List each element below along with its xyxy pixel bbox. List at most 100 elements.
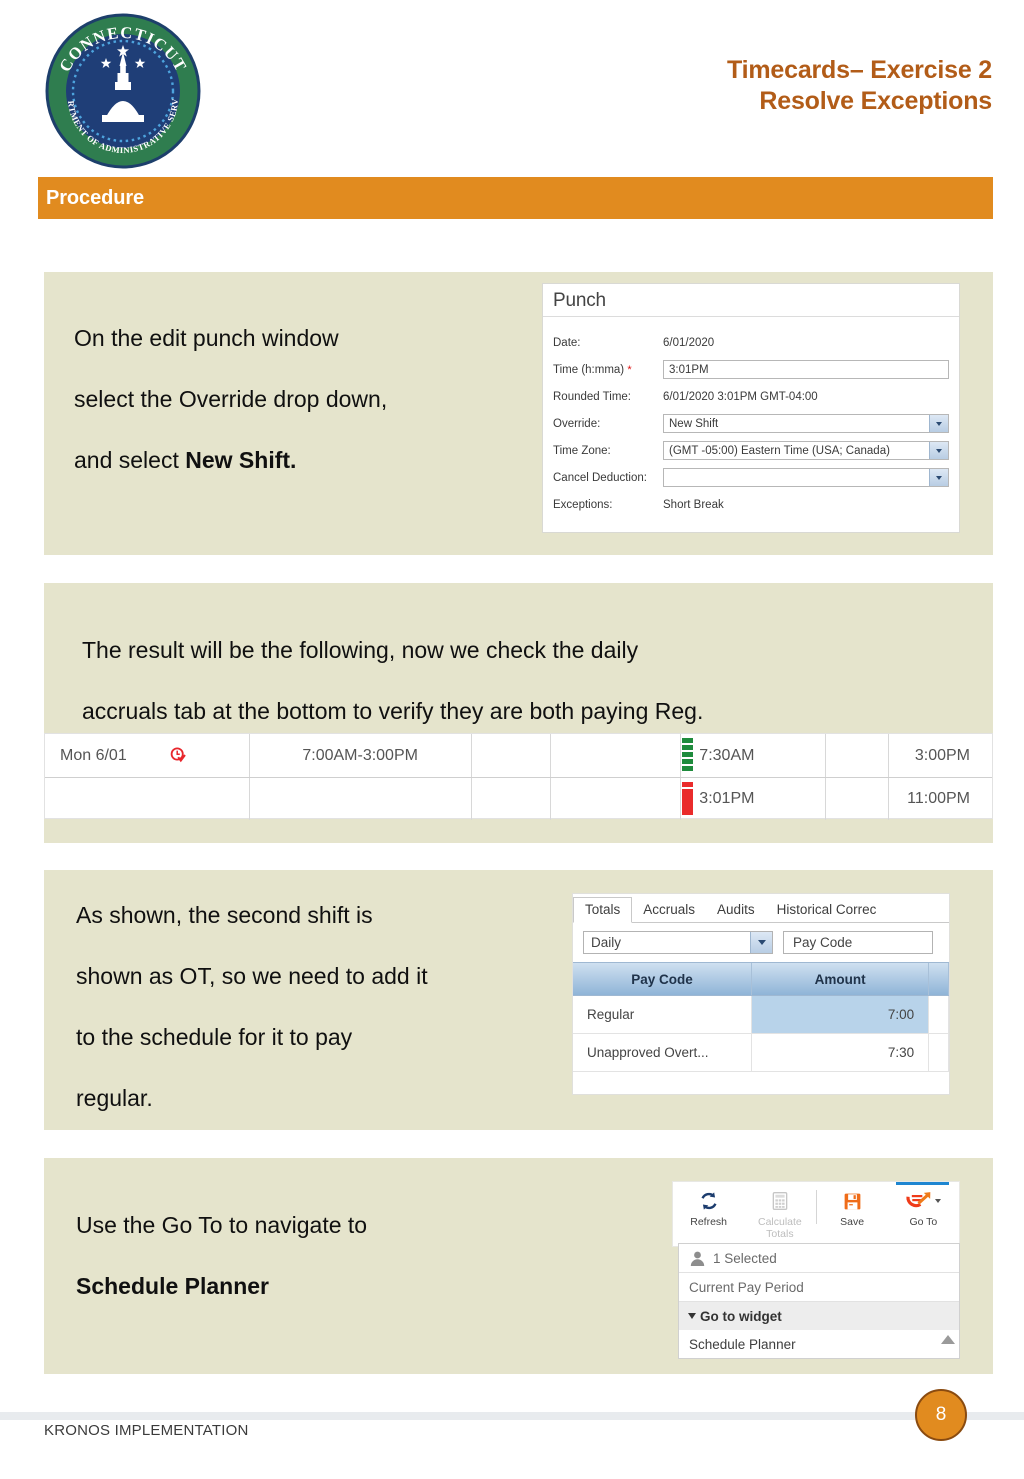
tab-totals[interactable]: Totals: [573, 897, 633, 923]
step-1-line-3: and select New Shift.: [74, 430, 387, 491]
punch-exceptions-value: Short Break: [663, 498, 724, 511]
goto-widget-panel[interactable]: Refresh Calculate Totals Save Go To 1 Se…: [672, 1181, 960, 1360]
timecard-blank-cell-a[interactable]: [472, 734, 552, 777]
step-3-line-2: shown as OT, so we need to add it: [76, 963, 428, 989]
table-row[interactable]: 3:01PM 11:00PM: [45, 777, 992, 820]
timecard-date-cell[interactable]: Mon 6/01: [45, 734, 250, 777]
punch-bars-icon: [682, 782, 694, 817]
go-to-widget-label: Go to widget: [700, 1308, 782, 1324]
timecard-table[interactable]: Mon 6/01 7:00AM-3:00PM 7:30AM 3:00PM 3:0…: [44, 733, 993, 820]
totals-pay-code-value: Unapproved Overt...: [573, 1034, 753, 1071]
timecard-blank-cell-a[interactable]: [472, 778, 552, 820]
refresh-button[interactable]: Refresh: [673, 1182, 744, 1228]
section-header-bar: Procedure: [38, 177, 993, 219]
totals-pay-code-value: Regular: [573, 996, 753, 1033]
punch-cancel-deduction-label: Cancel Deduction:: [553, 471, 647, 484]
step-1-line-2: select the Override drop down,: [74, 386, 388, 412]
table-row[interactable]: Unapproved Overt... 7:30: [573, 1034, 949, 1072]
punch-timezone-value: (GMT -05:00) Eastern Time (USA; Canada): [669, 444, 890, 457]
timecard-blank-cell-c[interactable]: [826, 734, 890, 777]
chevron-down-icon[interactable]: [929, 442, 948, 459]
punch-edit-dialog[interactable]: Punch Date: 6/01/2020 Time (h:mma) * 3:0…: [542, 283, 960, 533]
totals-period-select[interactable]: Daily: [583, 931, 773, 954]
timecard-in-punch-cell[interactable]: 3:01PM: [681, 778, 827, 820]
timecard-blank-cell-c[interactable]: [826, 778, 890, 820]
timecard-schedule-cell[interactable]: [250, 778, 472, 820]
totals-filter-row: Daily Pay Code: [573, 923, 949, 962]
save-label: Save: [840, 1216, 865, 1228]
punch-rounded-row: Rounded Time: 6/01/2020 3:01PM GMT-04:00: [553, 383, 949, 410]
clock-exception-icon[interactable]: [170, 747, 187, 764]
calculate-totals-label-line2: Totals: [766, 1228, 794, 1240]
punch-cancel-deduction-select[interactable]: [663, 468, 949, 487]
pay-period-row[interactable]: Current Pay Period: [679, 1273, 959, 1302]
totals-paycode-filter[interactable]: Pay Code: [783, 931, 933, 954]
column-header-spacer: [929, 963, 949, 995]
chevron-down-icon[interactable]: [935, 1199, 942, 1203]
calculate-totals-label-line1: Calculate: [757, 1216, 802, 1228]
step-4-line-1: Use the Go To to navigate to: [76, 1212, 368, 1238]
step-3-line-1: As shown, the second shift is: [76, 902, 373, 928]
step-1-line-3-plain: and select: [74, 447, 186, 473]
punch-dialog-title: Punch: [543, 284, 959, 317]
save-button[interactable]: Save: [816, 1182, 887, 1228]
step-4-line-2: Schedule Planner: [76, 1256, 367, 1317]
punch-rounded-value: 6/01/2020 3:01PM GMT-04:00: [663, 390, 818, 403]
timecard-out-punch-cell[interactable]: 11:00PM: [889, 778, 992, 820]
footer-divider: [0, 1412, 1024, 1420]
timecard-date-cell[interactable]: [45, 778, 250, 820]
punch-override-select[interactable]: New Shift: [663, 414, 949, 433]
scroll-up-icon[interactable]: [941, 1335, 955, 1344]
timecard-out-punch-cell[interactable]: 3:00PM: [889, 734, 992, 777]
page-number-badge: 8: [915, 1389, 967, 1441]
step-1-line-1: On the edit punch window: [74, 325, 339, 351]
totals-summary-panel[interactable]: Totals Accruals Audits Historical Correc…: [572, 893, 950, 1095]
table-row[interactable]: Mon 6/01 7:00AM-3:00PM 7:30AM 3:00PM: [45, 734, 992, 777]
tab-historical-corrections[interactable]: Historical Correc: [766, 898, 888, 922]
timecard-blank-cell-b[interactable]: [551, 778, 682, 820]
timecard-in-punch-cell[interactable]: 7:30AM: [681, 734, 827, 777]
page-title-line2: Resolve Exceptions: [759, 87, 992, 115]
totals-amount-value: 7:30: [752, 1034, 930, 1071]
selected-count-label: 1 Selected: [713, 1250, 777, 1266]
tab-accruals[interactable]: Accruals: [632, 898, 706, 922]
save-icon: [816, 1188, 887, 1214]
step-3-text: As shown, the second shift is shown as O…: [76, 885, 428, 1129]
punch-timezone-row: Time Zone: (GMT -05:00) Eastern Time (US…: [553, 437, 949, 464]
step-1-text: On the edit punch window select the Over…: [74, 308, 387, 491]
chevron-down-icon[interactable]: [929, 469, 948, 486]
timecard-toolbar[interactable]: Refresh Calculate Totals Save Go To: [672, 1181, 960, 1247]
goto-dropdown-menu[interactable]: 1 Selected Current Pay Period Go to widg…: [678, 1243, 960, 1359]
chevron-down-icon[interactable]: [929, 415, 948, 432]
person-icon: [689, 1250, 706, 1267]
page-title: Timecards– Exercise 2 Resolve Exceptions: [727, 55, 992, 117]
go-to-button[interactable]: Go To: [888, 1182, 959, 1228]
timecard-schedule-cell[interactable]: 7:00AM-3:00PM: [250, 734, 472, 777]
connecticut-das-seal-logo: CONNECTICUT DEPARTMENT OF ADMINISTRATIVE…: [41, 4, 202, 170]
totals-paycode-filter-value: Pay Code: [793, 935, 853, 950]
calculate-totals-button[interactable]: Calculate Totals: [744, 1182, 815, 1240]
go-to-widget-group-header[interactable]: Go to widget: [679, 1302, 959, 1330]
punch-timezone-select[interactable]: (GMT -05:00) Eastern Time (USA; Canada): [663, 441, 949, 460]
page-title-line1: Timecards– Exercise 2: [727, 56, 992, 84]
selected-employees-row[interactable]: 1 Selected: [679, 1244, 959, 1273]
go-to-label: Go To: [909, 1216, 938, 1228]
active-tab-indicator: [895, 1182, 949, 1185]
punch-date-value: 6/01/2020: [663, 336, 715, 349]
timecard-out-time-value: 3:00PM: [914, 746, 970, 764]
chevron-down-icon[interactable]: [750, 932, 772, 953]
step-3-line-3: to the schedule for it to pay: [76, 1024, 353, 1050]
punch-time-input[interactable]: 3:01PM: [663, 360, 949, 379]
totals-period-value: Daily: [591, 935, 622, 950]
step-2-text: The result will be the following, now we…: [82, 620, 703, 742]
timecard-blank-cell-b[interactable]: [551, 734, 682, 777]
punch-override-label: Override:: [553, 417, 601, 430]
step-4-line-2-bold: Schedule Planner: [76, 1273, 270, 1299]
totals-tabstrip[interactable]: Totals Accruals Audits Historical Correc: [573, 894, 949, 923]
pay-period-label: Current Pay Period: [689, 1279, 804, 1295]
punch-exceptions-label: Exceptions:: [553, 498, 613, 511]
punch-rounded-label: Rounded Time:: [553, 390, 631, 403]
menu-item-schedule-planner[interactable]: Schedule Planner: [679, 1330, 959, 1358]
tab-audits[interactable]: Audits: [706, 898, 766, 922]
table-row[interactable]: Regular 7:00: [573, 996, 949, 1034]
